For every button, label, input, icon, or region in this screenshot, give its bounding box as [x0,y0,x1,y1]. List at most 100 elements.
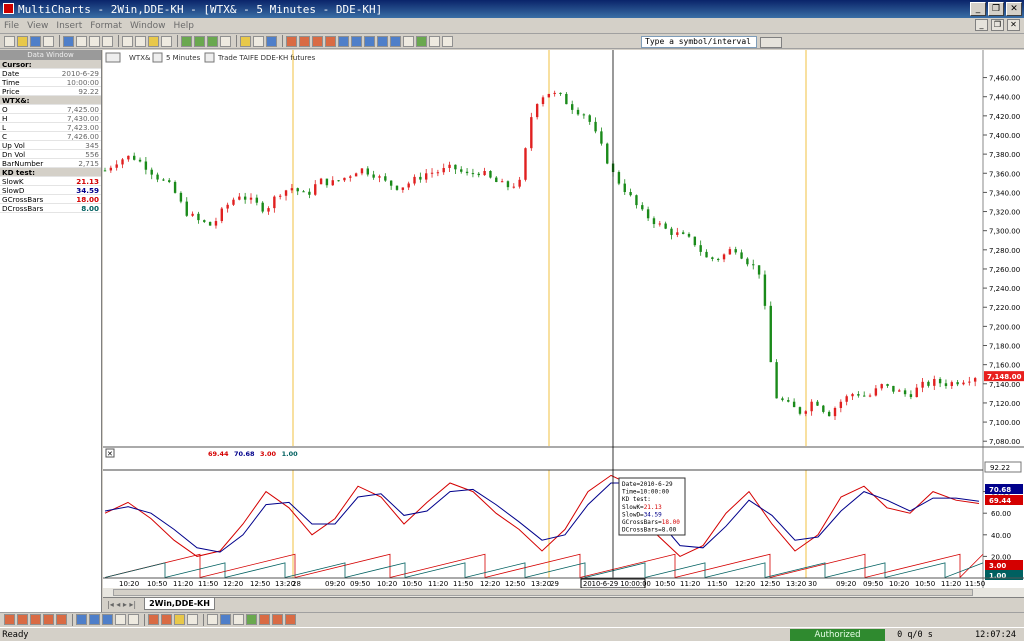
candle-body [757,265,761,275]
fib-icon[interactable] [56,614,67,625]
description-icon [204,52,215,63]
menu-insert[interactable]: Insert [56,21,82,31]
dropdown-icon[interactable] [207,614,218,625]
symbol-input[interactable]: Type a symbol/interval [641,36,757,48]
time-tick-label: 12:20 [223,580,243,588]
comment-icon[interactable] [240,35,251,47]
print-icon[interactable] [43,35,54,47]
text-icon[interactable] [102,614,113,625]
zoom-icon[interactable] [416,35,427,47]
candle-body [138,159,142,162]
mdi-minimize-button[interactable]: _ [975,19,988,31]
time-tick-label: 28 [292,580,301,588]
minimize-button[interactable]: _ [970,2,986,16]
candle-body [880,384,883,389]
style-icon[interactable] [233,614,244,625]
candle-body [465,171,469,174]
data-window-label: Price [2,87,20,96]
ray-icon[interactable] [30,614,41,625]
format-icon[interactable] [122,35,133,47]
close-glyph: ✕ [107,450,113,458]
candle-body [448,164,451,168]
mdi-restore-button[interactable]: ❐ [991,19,1004,31]
save-icon[interactable] [30,35,41,47]
cursor-icon[interactable] [220,35,231,47]
scroll-thumb[interactable] [113,589,973,596]
hline-icon[interactable] [174,614,185,625]
grid-icon[interactable] [429,35,440,47]
pencil-icon[interactable] [4,614,15,625]
quote-icon[interactable] [76,35,87,47]
magnifier-icon[interactable] [403,35,414,47]
trendline-icon[interactable] [17,614,28,625]
candle-body [699,245,702,252]
signal-icon[interactable] [161,35,172,47]
tab-nav-icons[interactable]: |◂ ◂ ▸ ▸| [107,600,136,609]
new-icon[interactable] [4,35,15,47]
arrow-down-icon[interactable] [351,35,362,47]
instrument-icon[interactable] [135,35,146,47]
refresh-icon[interactable] [266,35,277,47]
data-window-label: KD test: [2,168,35,177]
zoom-in-icon[interactable] [312,35,323,47]
menu-file[interactable]: File [4,21,19,31]
menu-bar: File View Insert Format Window Help [0,18,1024,34]
close-button[interactable]: ✕ [1006,2,1022,16]
menu-view[interactable]: View [27,21,48,31]
buy-icon[interactable] [148,614,159,625]
delete-icon[interactable] [259,614,270,625]
candle-body [717,258,720,260]
scanner-icon[interactable] [89,35,100,47]
menu-help[interactable]: Help [173,21,194,31]
restore-button[interactable]: ❐ [988,2,1004,16]
arrow-draw-icon[interactable] [115,614,126,625]
price-tick-label: 7,080.00 [989,438,1020,446]
candle-body [314,184,317,195]
channel-icon[interactable] [43,614,54,625]
indicator-tag-label: 70.68 [989,486,1011,494]
line-icon[interactable] [207,35,218,47]
alert-icon[interactable] [253,35,264,47]
candle-icon[interactable] [194,35,205,47]
candle-body [956,382,959,385]
dom-icon[interactable] [102,35,113,47]
indicator-icon[interactable] [148,35,159,47]
indicator-tick-label: 40.00 [991,532,1011,540]
candle-body [874,388,878,396]
tab-2win[interactable]: 2Win,DDE-KH [144,598,215,610]
rectangle-icon[interactable] [76,614,87,625]
menu-window[interactable]: Window [130,21,166,31]
time-icon[interactable] [128,614,139,625]
color-icon[interactable] [220,614,231,625]
alert-draw-icon[interactable] [285,614,296,625]
status-ready: Ready [2,629,29,640]
chart-window[interactable]: WTX& 5 Minutes Trade TAIFE DDE-KH futures 7… [103,50,1024,597]
data-window-value: 7,423.00 [66,123,99,132]
chart-icon[interactable] [63,35,74,47]
menu-format[interactable]: Format [90,21,122,31]
scroll-left-icon[interactable] [286,35,297,47]
fit-icon[interactable] [390,35,401,47]
erase-icon[interactable] [272,614,283,625]
bar-icon[interactable] [181,35,192,47]
scroll-right-icon[interactable] [299,35,310,47]
zoom-out-icon[interactable] [325,35,336,47]
indicator-tick-label: 60.00 [991,510,1011,518]
data-window-row: Price 92.22 [0,87,101,96]
arrow-left-icon[interactable] [364,35,375,47]
sell-icon[interactable] [161,614,172,625]
price-chart[interactable]: WTX& 5 Minutes Trade TAIFE DDE-KH futures 7… [103,50,1024,589]
arrow-up-icon[interactable] [338,35,349,47]
candle-body [535,104,539,118]
arrow-right-icon[interactable] [377,35,388,47]
vline-icon[interactable] [187,614,198,625]
interval-dropdown[interactable] [760,37,782,48]
ellipse-icon[interactable] [89,614,100,625]
horizontal-scrollbar[interactable] [103,588,1024,597]
candle-body [687,233,691,237]
time-tick-label: 11:50 [965,580,985,588]
lock-icon[interactable] [246,614,257,625]
mdi-close-button[interactable]: ✕ [1007,19,1020,31]
open-icon[interactable] [17,35,28,47]
settings-icon[interactable] [442,35,453,47]
